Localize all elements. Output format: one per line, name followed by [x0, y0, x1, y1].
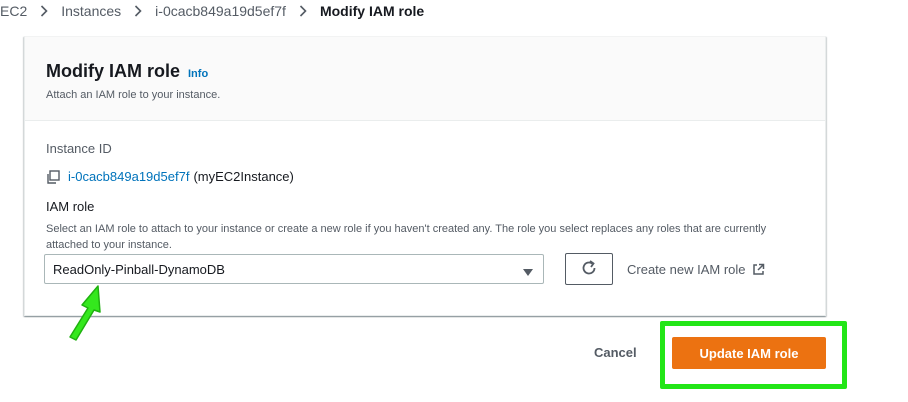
cancel-button[interactable]: Cancel — [594, 345, 637, 360]
instance-id-label: Instance ID — [46, 141, 112, 156]
info-link[interactable]: Info — [188, 68, 208, 80]
page-title: Modify IAM role — [46, 61, 180, 81]
card-body: Instance ID i-0cacb849a19d5ef7f (myEC2In… — [46, 141, 806, 251]
iam-role-select[interactable]: ReadOnly-Pinball-DynamoDB — [44, 254, 544, 284]
copy-icon[interactable] — [46, 169, 60, 184]
instance-id-link[interactable]: i-0cacb849a19d5ef7f — [68, 169, 189, 184]
update-iam-role-button[interactable]: Update IAM role — [672, 337, 826, 369]
create-iam-role-label: Create new IAM role — [627, 262, 746, 277]
chevron-right-icon — [299, 5, 307, 17]
chevron-right-icon — [40, 5, 48, 17]
card-header: Modify IAM role Info Attach an IAM role … — [25, 37, 825, 121]
breadcrumb-current: Modify IAM role — [319, 3, 425, 19]
arrow-annotation-icon — [69, 285, 101, 341]
refresh-icon — [580, 259, 598, 280]
external-link-icon — [752, 263, 764, 275]
instance-id-row: i-0cacb849a19d5ef7f (myEC2Instance) — [46, 169, 294, 184]
iam-role-description: Select an IAM role to attach to your ins… — [46, 223, 767, 251]
caret-down-icon — [523, 265, 533, 276]
breadcrumb-ec2[interactable]: EC2 — [0, 3, 27, 19]
chevron-right-icon — [134, 5, 142, 17]
iam-role-label: IAM role — [46, 199, 95, 214]
breadcrumb: EC2 Instances i-0cacb849a19d5ef7f Modify… — [0, 0, 424, 22]
refresh-button[interactable] — [565, 253, 613, 285]
page: EC2 Instances i-0cacb849a19d5ef7f Modify… — [0, 0, 908, 402]
breadcrumb-instance-id[interactable]: i-0cacb849a19d5ef7f — [155, 3, 286, 19]
instance-name: (myEC2Instance) — [193, 169, 294, 184]
card-description: Attach an IAM role to your instance. — [46, 89, 221, 101]
create-iam-role-link[interactable]: Create new IAM role — [627, 262, 765, 277]
iam-role-selected-value: ReadOnly-Pinball-DynamoDB — [53, 261, 225, 277]
card-title-row: Modify IAM role Info — [46, 61, 208, 82]
breadcrumb-instances[interactable]: Instances — [61, 3, 121, 19]
